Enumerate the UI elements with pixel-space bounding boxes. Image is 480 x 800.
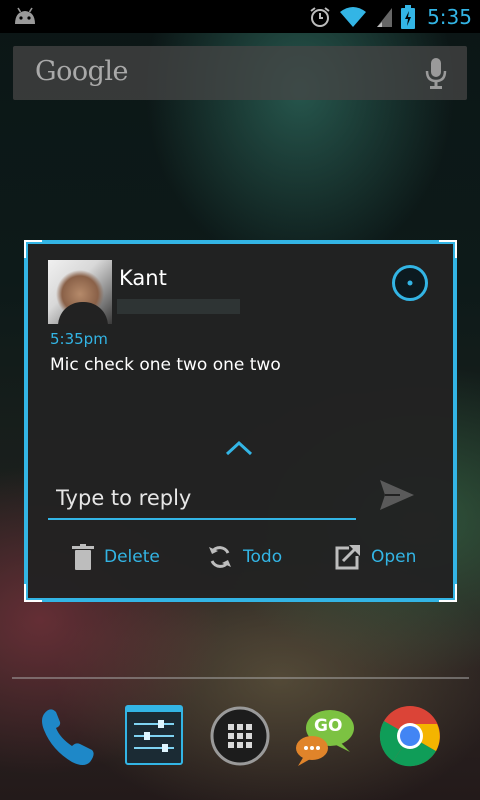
send-icon[interactable] — [380, 480, 414, 510]
chrome-app-icon[interactable] — [378, 704, 442, 768]
todo-button[interactable]: Todo — [207, 540, 282, 574]
google-search-bar[interactable]: Google — [13, 46, 467, 100]
google-logo: Google — [35, 56, 128, 87]
delete-label: Delete — [104, 547, 160, 567]
message-text: Mic check one two one two — [50, 355, 281, 375]
todo-label: Todo — [243, 547, 283, 567]
contact-avatar[interactable] — [48, 260, 112, 324]
message-widget[interactable]: Kant 5:35pm Mic check one two one two De… — [24, 240, 457, 602]
sync-icon — [209, 546, 231, 568]
contact-number-placeholder — [117, 299, 240, 314]
alarm-icon — [310, 6, 330, 27]
go-sms-bubbles-icon — [296, 710, 354, 766]
contact-name: Kant — [119, 266, 167, 290]
wifi-icon — [340, 6, 367, 27]
message-time: 5:35pm — [50, 330, 108, 348]
battery-charging-icon — [401, 4, 416, 29]
clock-time: 5:35 — [427, 4, 472, 29]
status-bar: 5:35 — [0, 0, 480, 33]
open-label: Open — [371, 547, 417, 567]
chevron-up-icon[interactable] — [225, 440, 253, 456]
go-sms-label: GO — [314, 716, 343, 736]
signal-icon — [377, 7, 393, 27]
open-button[interactable]: Open — [335, 540, 416, 574]
trash-icon — [72, 544, 94, 570]
go-sms-app-icon[interactable]: GO — [294, 704, 358, 768]
settings-sliders-app-icon[interactable] — [122, 704, 186, 768]
read-status-icon[interactable] — [391, 264, 429, 302]
mic-icon[interactable] — [425, 58, 447, 90]
phone-app-icon[interactable] — [36, 704, 100, 768]
reply-input[interactable] — [48, 478, 356, 520]
all-apps-icon[interactable] — [208, 704, 272, 768]
avatar-silhouette — [58, 302, 108, 324]
android-debug-icon — [15, 7, 35, 24]
delete-button[interactable]: Delete — [72, 540, 160, 574]
open-external-icon — [335, 545, 360, 570]
dock-divider — [12, 677, 469, 679]
